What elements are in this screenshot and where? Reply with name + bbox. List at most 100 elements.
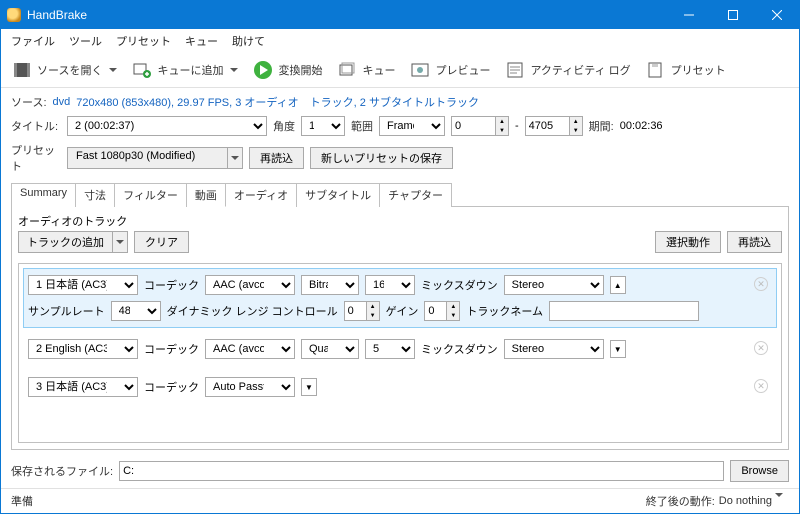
track-mixdown-select[interactable]: Stereo [504,275,604,295]
source-row: ソース: dvd 720x480 (853x480), 29.97 FPS, 3… [11,94,789,110]
spin-up[interactable]: ▲ [570,117,582,126]
track-codec-select[interactable]: Auto Passthru [205,377,295,397]
menu-queue[interactable]: キュー [179,31,224,51]
range-label: 範囲 [351,118,373,134]
spin-down[interactable]: ▼ [570,126,582,135]
range-from-input[interactable]: ▲▼ [451,116,509,136]
tab-video[interactable]: 動画 [186,183,226,207]
status-text: 準備 [11,493,33,509]
spin-up[interactable]: ▲ [496,117,508,126]
preset-pane-button[interactable]: プリセット [641,57,730,83]
selection-behavior-button[interactable]: 選択動作 [655,231,721,253]
preset-icon [645,59,667,81]
drc-label: ダイナミック レンジ コントロール [167,303,338,319]
film-icon [11,59,33,81]
preset-save-new-button[interactable]: 新しいプリセットの保存 [310,147,453,169]
track-quality-select[interactable]: 5 [365,339,415,359]
angle-select[interactable]: 1 [301,116,345,136]
when-done-dropdown[interactable]: Do nothing [719,495,789,507]
title-row: タイトル: 2 (00:02:37) 角度 1 範囲 Frames ▲▼ - ▲… [11,116,789,136]
add-queue-button[interactable]: キューに追加 [127,57,242,83]
codec-label: コーデック [144,277,199,293]
tab-filters[interactable]: フィルター [114,183,187,207]
track-source-select[interactable]: 3 日本語 (AC3) (2.0 ch [28,377,138,397]
reload-tracks-button[interactable]: 再読込 [727,231,782,253]
tab-audio[interactable]: オーディオ [225,183,297,207]
source-label: ソース: [11,94,47,110]
add-track-button[interactable]: トラックの追加 [18,231,128,253]
track-codec-select[interactable]: AAC (avcodec) [205,275,295,295]
track-bitrate-select[interactable]: 160 [365,275,415,295]
menubar: ファイル ツール プリセット キュー 助けて [1,29,799,53]
start-encode-button[interactable]: 変換開始 [248,57,326,83]
track-row[interactable]: ✕ 2 English (AC3) (2.0 c コーデック AAC (avco… [23,332,777,366]
menu-file[interactable]: ファイル [5,31,61,51]
expand-icon[interactable]: ▼ [301,378,317,396]
track-source-select[interactable]: 1 日本語 (AC3) (2.0 ch [28,275,138,295]
open-source-button[interactable]: ソースを開く [7,57,121,83]
range-to-input[interactable]: ▲▼ [525,116,583,136]
browse-button[interactable]: Browse [730,460,789,482]
track-row[interactable]: ✕ 3 日本語 (AC3) (2.0 ch コーデック Auto Passthr… [23,370,777,404]
tab-dimensions[interactable]: 寸法 [75,183,115,207]
track-drc-input[interactable]: ▲▼ [344,301,380,321]
preset-dropdown-arrow[interactable] [227,147,243,169]
preset-picker[interactable]: Fast 1080p30 (Modified) [67,147,243,169]
remove-track-icon[interactable]: ✕ [754,379,768,393]
content: ソース: dvd 720x480 (853x480), 29.97 FPS, 3… [1,88,799,454]
expand-icon[interactable]: ▼ [610,340,626,358]
menu-help[interactable]: 助けて [226,31,271,51]
queue-button[interactable]: キュー [332,57,399,83]
titlebar: HandBrake [1,1,799,29]
track-samplerate-select[interactable]: 48 [111,301,161,321]
title-label: タイトル: [11,118,61,134]
angle-label: 角度 [273,118,295,134]
codec-label: コーデック [144,341,199,357]
add-queue-label: キューに追加 [157,62,223,78]
track-list: ✕ 1 日本語 (AC3) (2.0 ch コーデック AAC (avcodec… [18,263,782,443]
activity-log-label: アクティビティ ログ [530,62,630,78]
duration-label: 期間: [589,118,614,134]
preset-pane-label: プリセット [671,62,726,78]
samplerate-label: サンプルレート [28,303,105,319]
track-mixdown-select[interactable]: Stereo [504,339,604,359]
remove-track-icon[interactable]: ✕ [754,341,768,355]
collapse-icon[interactable]: ▲ [610,276,626,294]
activity-log-button[interactable]: アクティビティ ログ [500,57,634,83]
remove-track-icon[interactable]: ✕ [754,277,768,291]
track-gain-input[interactable]: ▲▼ [424,301,460,321]
preset-reload-button[interactable]: 再読込 [249,147,304,169]
track-row[interactable]: ✕ 1 日本語 (AC3) (2.0 ch コーデック AAC (avcodec… [23,268,777,328]
tab-summary[interactable]: Summary [11,183,76,207]
statusbar: 準備 終了後の動作: Do nothing [1,488,799,513]
track-codec-select[interactable]: AAC (avcodec) [205,339,295,359]
title-select[interactable]: 2 (00:02:37) [67,116,267,136]
track-source-select[interactable]: 2 English (AC3) (2.0 c [28,339,138,359]
activity-icon [504,59,526,81]
menu-presets[interactable]: プリセット [110,31,177,51]
preset-row: プリセット Fast 1080p30 (Modified) 再読込 新しいプリセ… [11,142,789,174]
spin-down[interactable]: ▼ [496,126,508,135]
add-track-dropdown[interactable] [112,231,128,253]
track-name-input[interactable] [549,301,699,321]
queue-label: キュー [362,62,395,78]
minimize-button[interactable] [667,1,711,29]
preview-icon [409,59,431,81]
range-type-select[interactable]: Frames [379,116,445,136]
track-mode-select[interactable]: Bitrate: [301,275,359,295]
codec-label: コーデック [144,379,199,395]
duration-value: 00:02:36 [620,120,663,132]
tabs: Summary 寸法 フィルター 動画 オーディオ サブタイトル チャプター [11,182,789,207]
maximize-button[interactable] [711,1,755,29]
save-as-row: 保存されるファイル: Browse [1,454,799,488]
audio-panel: オーディオのトラック トラックの追加 クリア 選択動作 再読込 ✕ 1 日本語 … [11,207,789,450]
clear-tracks-button[interactable]: クリア [134,231,189,253]
tab-chapters[interactable]: チャプター [379,183,452,207]
close-button[interactable] [755,1,799,29]
save-path-input[interactable] [119,461,724,481]
track-mode-select[interactable]: Quality: [301,339,359,359]
source-info: 720x480 (853x480), 29.97 FPS, 3 オーディオ トラ… [76,94,479,110]
tab-subtitles[interactable]: サブタイトル [296,183,380,207]
menu-tools[interactable]: ツール [63,31,108,51]
preview-button[interactable]: プレビュー [405,57,494,83]
